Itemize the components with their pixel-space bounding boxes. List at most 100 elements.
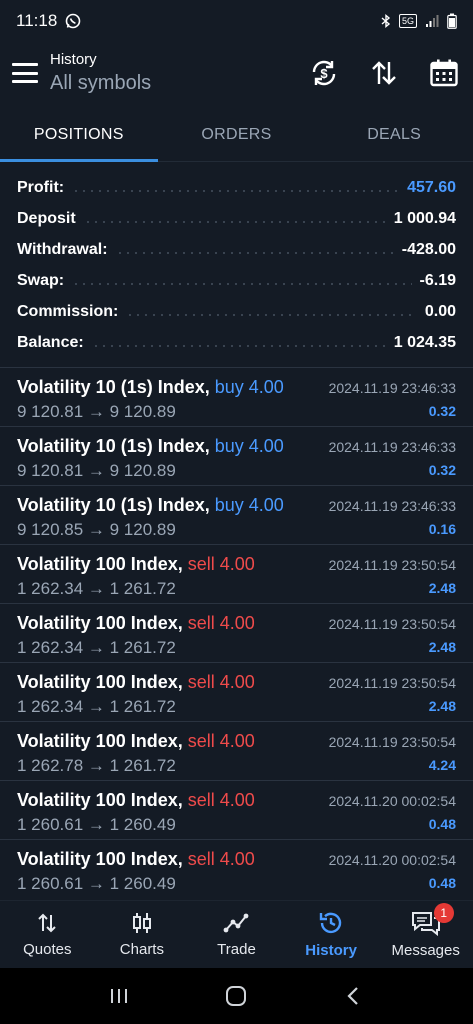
summary-value: 0.00 — [424, 302, 456, 320]
tab-orders[interactable]: ORDERS — [158, 108, 316, 161]
deal-time: 2024.11.20 00:02:54 — [328, 793, 456, 809]
deal-prices: 1 262.34 → 1 261.72 — [17, 697, 176, 716]
tabs: POSITIONS ORDERS DEALS — [0, 108, 473, 162]
summary-label: Commission: — [17, 302, 119, 320]
system-nav — [0, 968, 473, 1024]
back-icon[interactable] — [342, 984, 366, 1008]
deal-profit: 0.48 — [428, 875, 456, 891]
bluetooth-icon — [381, 14, 391, 28]
menu-icon[interactable] — [12, 63, 38, 83]
deal-profit: 2.48 — [428, 580, 456, 596]
deal-time: 2024.11.19 23:50:54 — [328, 616, 456, 632]
summary-row-withdrawal: Withdrawal: -428.00 — [0, 234, 473, 265]
dotted-leader — [83, 220, 386, 223]
deal-prices: 9 120.81 → 9 120.89 — [17, 461, 176, 480]
summary-row-commission: Commission: 0.00 — [0, 296, 473, 327]
home-icon[interactable] — [224, 984, 248, 1008]
list-item[interactable]: Volatility 100 Index, sell 4.00 1 262.34… — [0, 544, 473, 603]
summary-row-balance: Balance: 1 024.35 — [0, 327, 473, 358]
trend-line-icon — [224, 913, 249, 933]
deal-profit: 0.16 — [428, 521, 456, 537]
deal-symbol: Volatility 10 (1s) Index, — [17, 377, 210, 397]
status-time: 11:18 — [16, 11, 58, 30]
deal-title: Volatility 100 Index, sell 4.00 — [17, 731, 255, 752]
currency-refresh-icon[interactable]: $ — [309, 58, 339, 88]
deal-symbol: Volatility 100 Index, — [17, 731, 183, 751]
nav-quotes[interactable]: Quotes — [0, 901, 95, 968]
deals-list: Volatility 10 (1s) Index, buy 4.00 9 120… — [0, 367, 473, 898]
list-item[interactable]: Volatility 100 Index, sell 4.00 1 262.78… — [0, 721, 473, 780]
deal-direction: sell 4.00 — [187, 790, 255, 810]
deal-prices: 1 262.34 → 1 261.72 — [17, 579, 176, 598]
deal-symbol: Volatility 10 (1s) Index, — [17, 436, 210, 456]
summary-value: -428.00 — [401, 240, 456, 258]
nav-label: Messages — [391, 942, 460, 959]
deal-prices: 1 262.34 → 1 261.72 — [17, 638, 176, 657]
deal-prices: 1 262.78 → 1 261.72 — [17, 756, 176, 775]
deal-direction: sell 4.00 — [187, 731, 255, 751]
summary-label: Swap: — [17, 271, 65, 289]
recent-apps-icon[interactable] — [107, 986, 131, 1006]
summary-row-deposit: Deposit 1 000.94 — [0, 203, 473, 234]
deal-title: Volatility 10 (1s) Index, buy 4.00 — [17, 436, 284, 457]
deal-direction: sell 4.00 — [187, 672, 255, 692]
summary-value: 457.60 — [407, 178, 456, 196]
candlestick-icon — [132, 913, 151, 933]
list-item[interactable]: Volatility 100 Index, sell 4.00 1 260.61… — [0, 780, 473, 839]
svg-text:$: $ — [320, 66, 328, 81]
deal-prices: 1 260.61 → 1 260.49 — [17, 815, 176, 834]
summary-value: -6.19 — [419, 271, 456, 289]
summary-panel: Profit: 457.60 Deposit 1 000.94 Withdraw… — [0, 172, 473, 358]
deal-direction: sell 4.00 — [187, 849, 255, 869]
summary-row-profit: Profit: 457.60 — [0, 172, 473, 203]
nav-charts[interactable]: Charts — [95, 901, 190, 968]
deal-profit: 0.32 — [428, 403, 456, 419]
symbol-filter[interactable]: All symbols — [50, 72, 151, 95]
status-left: 11:18 — [16, 11, 81, 31]
dotted-leader — [126, 313, 417, 316]
list-item[interactable]: Volatility 100 Index, sell 4.00 1 262.34… — [0, 603, 473, 662]
nav-label: Trade — [217, 941, 256, 958]
deal-title: Volatility 100 Index, sell 4.00 — [17, 790, 255, 811]
deal-prices: 9 120.85 → 9 120.89 — [17, 520, 176, 539]
calendar-icon[interactable] — [429, 58, 459, 88]
dotted-leader — [72, 189, 400, 192]
sort-icon[interactable] — [369, 58, 399, 88]
nav-label: Charts — [119, 941, 164, 958]
summary-label: Deposit — [17, 209, 76, 227]
nav-history[interactable]: History — [284, 901, 379, 968]
list-item[interactable]: Volatility 10 (1s) Index, buy 4.00 9 120… — [0, 426, 473, 485]
deal-title: Volatility 100 Index, sell 4.00 — [17, 672, 255, 693]
deal-title: Volatility 10 (1s) Index, buy 4.00 — [17, 495, 284, 516]
bottom-nav: Quotes Charts Trade History 1 Messages — [0, 900, 473, 968]
nav-label: Quotes — [23, 941, 72, 958]
deal-time: 2024.11.20 00:02:54 — [328, 852, 456, 868]
deal-time: 2024.11.19 23:50:54 — [328, 675, 456, 691]
header-actions: $ — [309, 42, 459, 104]
deal-profit: 2.48 — [428, 698, 456, 714]
deal-profit: 0.48 — [428, 816, 456, 832]
summary-label: Balance: — [17, 333, 84, 351]
deal-symbol: Volatility 10 (1s) Index, — [17, 495, 210, 515]
summary-row-swap: Swap: -6.19 — [0, 265, 473, 296]
deal-direction: buy 4.00 — [214, 495, 284, 515]
deal-time: 2024.11.19 23:46:33 — [328, 439, 456, 455]
deal-title: Volatility 100 Index, sell 4.00 — [17, 849, 255, 870]
dotted-leader — [72, 282, 412, 285]
nav-label: History — [305, 942, 357, 959]
app-header: History All symbols $ — [0, 42, 473, 104]
tab-positions[interactable]: POSITIONS — [0, 108, 158, 162]
tab-deals[interactable]: DEALS — [315, 108, 473, 161]
list-item[interactable]: Volatility 100 Index, sell 4.00 1 262.34… — [0, 662, 473, 721]
list-item[interactable]: Volatility 10 (1s) Index, buy 4.00 9 120… — [0, 367, 473, 426]
page-title: History — [50, 51, 97, 68]
whatsapp-icon — [65, 13, 81, 29]
list-item[interactable]: Volatility 100 Index, sell 4.00 1 260.61… — [0, 839, 473, 898]
deal-symbol: Volatility 100 Index, — [17, 790, 183, 810]
deal-time: 2024.11.19 23:46:33 — [328, 498, 456, 514]
nav-trade[interactable]: Trade — [189, 901, 284, 968]
nav-messages[interactable]: 1 Messages — [378, 901, 473, 968]
status-right: 5G — [381, 13, 457, 29]
list-item[interactable]: Volatility 10 (1s) Index, buy 4.00 9 120… — [0, 485, 473, 544]
deal-profit: 2.48 — [428, 639, 456, 655]
